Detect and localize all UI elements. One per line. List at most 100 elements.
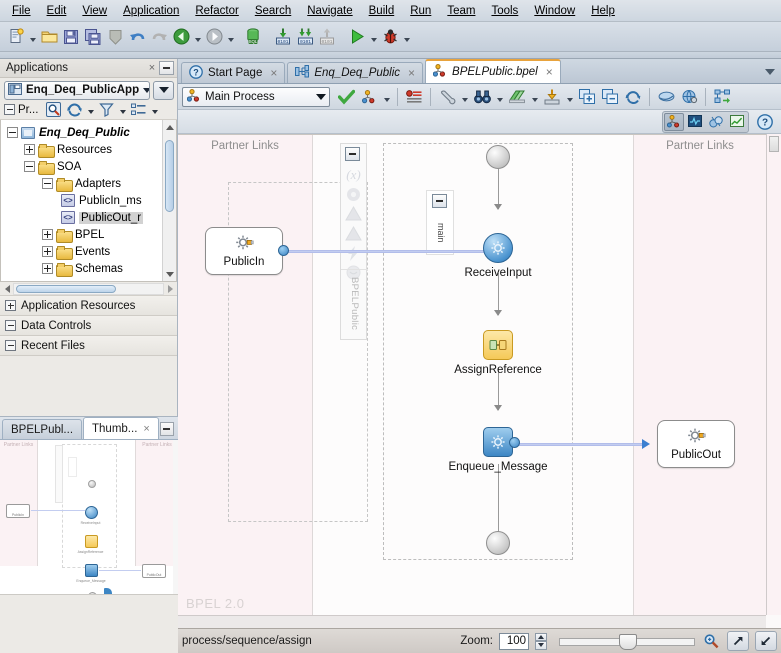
tree-horizontal-scrollbar[interactable] [0, 282, 177, 296]
menu-navigate[interactable]: Navigate [299, 3, 360, 19]
tab-bpelpublic-structure[interactable]: BPELPubl... [2, 419, 83, 439]
debug-dropdown-arrow-icon[interactable] [401, 25, 412, 49]
save-icon[interactable] [60, 25, 82, 49]
thumbnail-canvas[interactable]: Partner Links Partner Links ReceiveInput… [0, 440, 178, 595]
application-selector[interactable]: Enq_Deq_PublicApp [4, 80, 150, 100]
new-icon[interactable] [5, 25, 27, 49]
scrollbar-thumb[interactable] [769, 136, 779, 152]
zoom-magnifier-icon[interactable] [701, 631, 721, 651]
menu-search[interactable]: Search [247, 3, 299, 19]
minimize-icon[interactable] [159, 61, 174, 75]
options-list-icon[interactable] [129, 101, 148, 119]
palette-collapse-icon[interactable] [345, 147, 360, 161]
wrench-dropdown-arrow-icon[interactable] [459, 85, 470, 109]
new-dropdown-arrow-icon[interactable] [27, 25, 38, 49]
close-icon[interactable]: × [408, 66, 415, 80]
menu-edit[interactable]: Edit [39, 3, 75, 19]
tree-row[interactable]: Events [1, 243, 176, 260]
scroll-up-arrow-icon[interactable] [163, 120, 176, 134]
zoom-stepper[interactable] [535, 632, 547, 650]
correlation-sets-icon[interactable] [344, 185, 363, 204]
tab-enq-deq-public[interactable]: Enq_Deq_Public × [287, 62, 424, 83]
monitor-view-icon[interactable] [685, 113, 705, 131]
breakpoints-icon[interactable] [403, 85, 425, 109]
slider-knob[interactable] [619, 634, 637, 650]
partner-link-publicout[interactable]: PublicOut [657, 420, 735, 468]
activity-receiveinput[interactable]: ReceiveInput [464, 233, 532, 279]
sql-database-icon[interactable]: SQL [242, 25, 264, 49]
process-selector[interactable]: Main Process [182, 86, 330, 107]
run-dropdown-arrow-icon[interactable] [368, 25, 379, 49]
expand-all-icon[interactable] [576, 85, 598, 109]
menu-application[interactable]: Application [115, 3, 187, 19]
canvas-vertical-scrollbar[interactable] [766, 134, 781, 615]
tree-row[interactable]: BPEL [1, 226, 176, 243]
menu-run[interactable]: Run [402, 3, 439, 19]
stepper-up-icon[interactable] [535, 632, 547, 641]
expand-toggle-icon[interactable] [42, 229, 53, 240]
scroll-down-arrow-icon[interactable] [163, 267, 176, 281]
zoom-input[interactable]: 100 [499, 632, 529, 650]
refresh-icon[interactable] [65, 101, 84, 119]
step-into-icon[interactable]: 0101 [272, 25, 294, 49]
import-icon[interactable] [541, 85, 563, 109]
deploy-dropdown-arrow-icon[interactable] [529, 85, 540, 109]
print-preview-icon[interactable] [655, 85, 677, 109]
step-over-icon[interactable]: 0101 [294, 25, 316, 49]
zoom-in-collapse-icon[interactable] [755, 631, 777, 651]
bpel-palette-strip[interactable]: (x) BPELPublic [340, 143, 368, 340]
chevron-down-icon[interactable] [316, 93, 326, 100]
tree-row[interactable]: <> PublicIn_ms [1, 192, 176, 209]
menu-help[interactable]: Help [583, 3, 623, 19]
expand-toggle-icon[interactable] [24, 161, 35, 172]
scroll-left-arrow-icon[interactable] [1, 283, 13, 295]
close-icon[interactable]: × [270, 66, 277, 80]
open-folder-icon[interactable] [38, 25, 60, 49]
scrollbar-thumb[interactable] [165, 140, 174, 212]
partner-link-publicin[interactable]: PublicIn [205, 227, 289, 275]
sidebar-item-data-controls[interactable]: Data Controls [0, 316, 177, 336]
main-sequence-box[interactable]: main [426, 190, 454, 255]
collapse-all-icon[interactable] [599, 85, 621, 109]
chevron-down-icon[interactable] [143, 87, 149, 93]
close-icon[interactable]: × [546, 65, 553, 79]
scrollbar-track[interactable] [13, 282, 164, 295]
forward-dropdown-arrow-icon[interactable] [225, 25, 236, 49]
tree-row[interactable]: SOA [1, 158, 176, 175]
activity-assignreference[interactable]: AssignReference [454, 330, 542, 376]
options-dropdown-arrow-icon[interactable] [150, 101, 159, 119]
menu-file[interactable]: File [4, 3, 39, 19]
sidebar-item-application-resources[interactable]: Application Resources [0, 296, 177, 316]
menu-team[interactable]: Team [439, 3, 483, 19]
projects-label-group[interactable]: Pr... [4, 104, 38, 116]
application-menu-button[interactable] [153, 80, 174, 100]
tab-start-page[interactable]: ? Start Page × [181, 62, 286, 83]
binoculars-dropdown-arrow-icon[interactable] [494, 85, 505, 109]
tab-bpelpublic-bpel[interactable]: BPELPublic.bpel × [425, 59, 561, 83]
menu-refactor[interactable]: Refactor [187, 3, 246, 19]
filter-dropdown-arrow-icon[interactable] [118, 101, 127, 119]
refresh-rotate-icon[interactable] [622, 85, 644, 109]
search-magnifier-icon[interactable] [44, 101, 63, 119]
undo-icon[interactable] [126, 25, 148, 49]
main-collapse-icon[interactable] [432, 194, 447, 208]
bpel-structure-icon[interactable] [358, 85, 380, 109]
tree-vertical-scrollbar[interactable] [162, 120, 176, 281]
variables-x-icon[interactable]: (x) [344, 165, 363, 184]
menu-build[interactable]: Build [361, 3, 403, 19]
close-icon[interactable]: × [143, 423, 149, 435]
tab-overflow-chevron-down-icon[interactable] [762, 64, 778, 80]
menu-view[interactable]: View [74, 3, 115, 19]
scrollbar-thumb[interactable] [16, 284, 116, 293]
scroll-right-arrow-icon[interactable] [164, 283, 176, 295]
design-view-icon[interactable] [664, 112, 684, 131]
binoculars-icon[interactable] [471, 85, 493, 109]
bpel-diagram-canvas[interactable]: Partner Links Partner Links (x) BPELPubl… [178, 134, 766, 615]
expand-toggle-icon[interactable] [42, 246, 53, 257]
run-icon[interactable] [346, 25, 368, 49]
save-all-icon[interactable] [82, 25, 104, 49]
import-dropdown-arrow-icon[interactable] [564, 85, 575, 109]
stepper-down-icon[interactable] [535, 641, 547, 650]
expand-toggle-icon[interactable] [24, 144, 35, 155]
menu-window[interactable]: Window [526, 3, 583, 19]
